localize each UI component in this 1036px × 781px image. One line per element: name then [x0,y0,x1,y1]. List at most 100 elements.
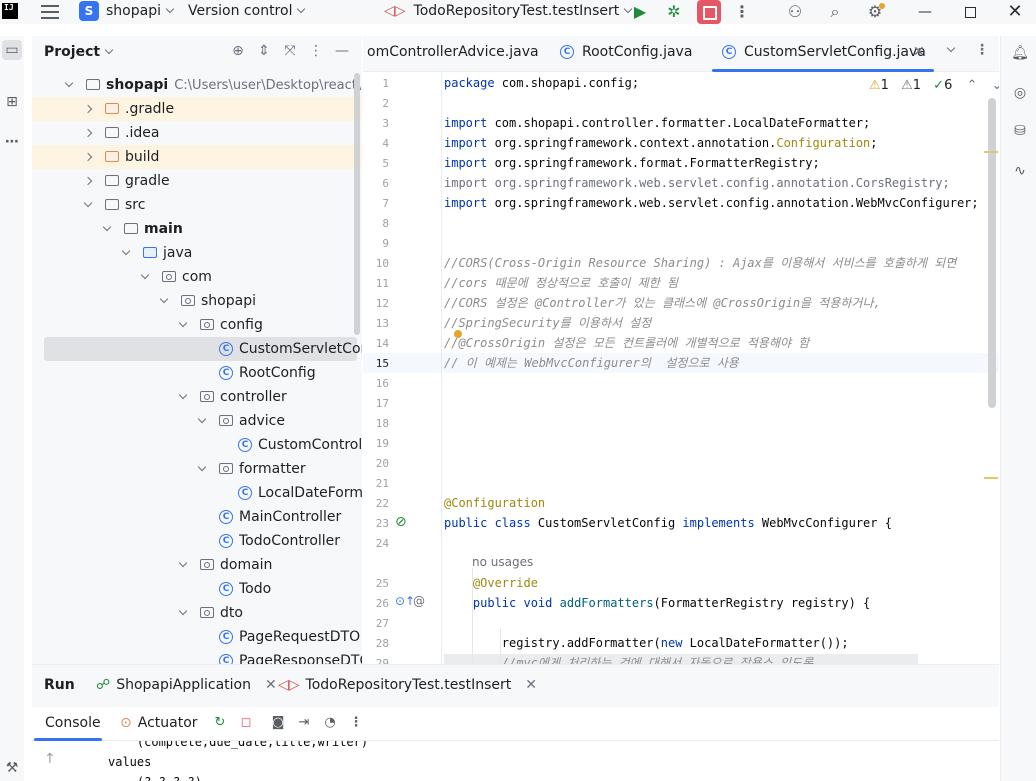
code-line[interactable]: import org.springframework.context.annot… [444,133,878,153]
tree-item[interactable]: java [32,241,362,265]
tree-item[interactable]: dto [32,601,362,625]
search-icon[interactable]: ⌕ [825,2,845,22]
run-tab-todo-repository-test[interactable]: ◁▷ TodoRepositoryTest.testInsert ✕ [278,677,537,693]
tree-item[interactable]: C RootConfig [32,361,362,385]
expand-all-icon[interactable]: ⇕ [256,43,272,59]
close-tab-icon[interactable]: ✕ [525,677,537,693]
version-control-menu[interactable]: Version control [188,3,306,19]
minimize-button[interactable]: — [915,2,935,22]
chevron-down-icon[interactable] [197,414,207,424]
project-switcher[interactable]: shopapi [106,3,175,19]
tree-item[interactable]: gradle [32,169,362,193]
chevron-down-icon[interactable] [83,198,93,208]
dashboard-icon[interactable]: ◔ [322,715,338,731]
code-line[interactable]: // 이 예제는 WebMvcConfigurer의 설정으로 사용 [444,353,739,373]
prev-highlight-icon[interactable]: ⌃ [966,78,977,93]
stop-icon[interactable]: ◻ [238,715,254,731]
tree-item[interactable]: C PageResponseDTO [32,649,362,664]
chevron-right-icon[interactable] [83,176,93,186]
hide-panel-icon[interactable]: — [334,43,350,59]
tree-item[interactable]: .idea [32,121,362,145]
tree-item[interactable]: controller [32,385,362,409]
code-line[interactable]: //@CrossOrigin 설정은 모든 컨트롤러에 개별적으로 적용해야 함 [444,333,809,353]
chevron-right-icon[interactable] [83,128,93,138]
console-more-icon[interactable]: ⋮ [348,715,364,731]
tree-item[interactable]: advice [32,409,362,433]
tab-more-icon[interactable]: ⋮ [975,42,989,58]
chevron-down-icon[interactable] [121,246,131,256]
run-configuration-selector[interactable]: ◁▷ TodoRepositoryTest.testInsert [384,3,633,19]
run-tab-shopapi-application[interactable]: ☍ ShopapiApplication ✕ [96,677,277,693]
close-tab-icon[interactable]: ✕ [913,44,925,60]
code-line[interactable]: //CORS 설정은 @Controller가 있는 클래스에 @CrossOr… [444,293,881,313]
actuator-tab[interactable]: ⊙ Actuator [120,715,198,731]
tree-item[interactable]: C MainController [32,505,362,529]
chevron-down-icon[interactable] [178,390,188,400]
editor-scrollbar[interactable] [988,98,996,408]
code-line[interactable]: import com.shopapi.controller.formatter.… [444,113,870,133]
code-line[interactable]: @Configuration [444,493,545,513]
chevron-down-icon[interactable] [140,270,150,280]
gradle-icon[interactable]: ∿ [1011,162,1029,180]
chevron-down-icon[interactable] [178,606,188,616]
next-highlight-icon[interactable]: ⌄ [992,78,999,93]
usages-hint[interactable]: no usages [472,555,533,569]
tree-item[interactable]: shopapiC:\Users\user\Desktop\react\backe [32,73,362,97]
export-icon[interactable]: ⇥ [296,715,312,731]
chevron-right-icon[interactable] [83,152,93,162]
structure-icon[interactable]: ⊞ [2,92,22,112]
tree-item[interactable]: C LocalDateFormatter [32,481,362,505]
code-line[interactable]: //cors 때문에 정상적으로 호출이 제한 됨 [444,273,678,293]
code-line[interactable]: import org.springframework.web.servlet.c… [444,173,950,193]
more-actions-icon[interactable]: ⋮ [732,2,752,22]
chevron-down-icon[interactable] [64,78,74,88]
code-line[interactable]: @Override [444,573,538,593]
code-line[interactable]: registry.addFormatter(new LocalDateForma… [444,633,849,653]
tree-item[interactable]: .gradle [32,97,362,121]
project-scrollbar[interactable] [354,73,360,335]
tree-item[interactable]: C CustomServletConfig [44,337,362,361]
code-line[interactable]: //CORS(Cross-Origin Resource Sharing) : … [444,253,956,273]
build-hammer-icon[interactable]: ⚒ [2,758,22,778]
code-line[interactable]: public void addFormatters(FormatterRegis… [444,593,870,613]
tree-item[interactable]: C Todo [32,577,362,601]
spring-bean-icon[interactable]: ⊘ [395,514,407,530]
ai-assistant-icon[interactable]: ◎ [1011,84,1029,102]
code-line[interactable]: //SpringSecurity를 이용하서 설정 [444,313,651,333]
rerun-icon[interactable]: ↻ [212,715,228,731]
tab-list-chevron-icon[interactable] [946,42,956,58]
intention-bulb-icon[interactable] [454,330,462,338]
tree-item[interactable]: main [32,217,362,241]
chevron-down-icon[interactable] [159,294,169,304]
locate-icon[interactable]: ⊕ [230,43,246,59]
tree-item[interactable]: domain [32,553,362,577]
tree-item[interactable]: com [32,265,362,289]
tree-item[interactable]: build [32,145,362,169]
project-badge-icon[interactable]: S [79,1,99,21]
code-line[interactable]: import org.springframework.web.servlet.c… [444,193,979,213]
code-line[interactable]: public class CustomServletConfig impleme… [444,513,892,533]
console-tab[interactable]: Console [45,715,101,731]
tree-item[interactable]: C PageRequestDTO [32,625,362,649]
database-icon[interactable]: ⛁ [1011,122,1029,140]
run-icon[interactable]: ▶ [630,2,650,22]
notifications-bell-icon[interactable]: 🔔︎ [1011,44,1029,62]
inspection-widget[interactable]: ⚠1 ⚠1 ✓6 ⌃ ⌄ [869,78,999,93]
chevron-down-icon[interactable] [197,462,207,472]
annotation-gutter-icon[interactable]: @ [413,594,425,608]
maximize-button[interactable] [960,2,980,22]
chevron-down-icon[interactable] [102,222,112,232]
tree-item[interactable]: shopapi [32,289,362,313]
console-output[interactable]: (complete,due_date,title,writer) values … [32,741,999,781]
code-editor[interactable]: 1 2 3 4 5 6 7 8 9 10 11 12 13 14 15 16 17 18 19 20 21 22 23 24 2… [363,72,999,664]
chevron-down-icon[interactable] [178,558,188,568]
collapse-all-icon[interactable]: ⤧ [282,43,298,59]
tree-item[interactable]: config [32,313,362,337]
debug-icon[interactable]: ✲ [664,2,684,22]
tree-item[interactable]: C TodoController [32,529,362,553]
tree-item[interactable]: src [32,193,362,217]
tab-custom-controller-advice[interactable]: omControllerAdvice.java [367,36,539,72]
options-icon[interactable]: ⋮ [308,43,324,59]
code-line[interactable]: import org.springframework.format.Format… [444,153,820,173]
stop-button[interactable] [697,0,721,24]
